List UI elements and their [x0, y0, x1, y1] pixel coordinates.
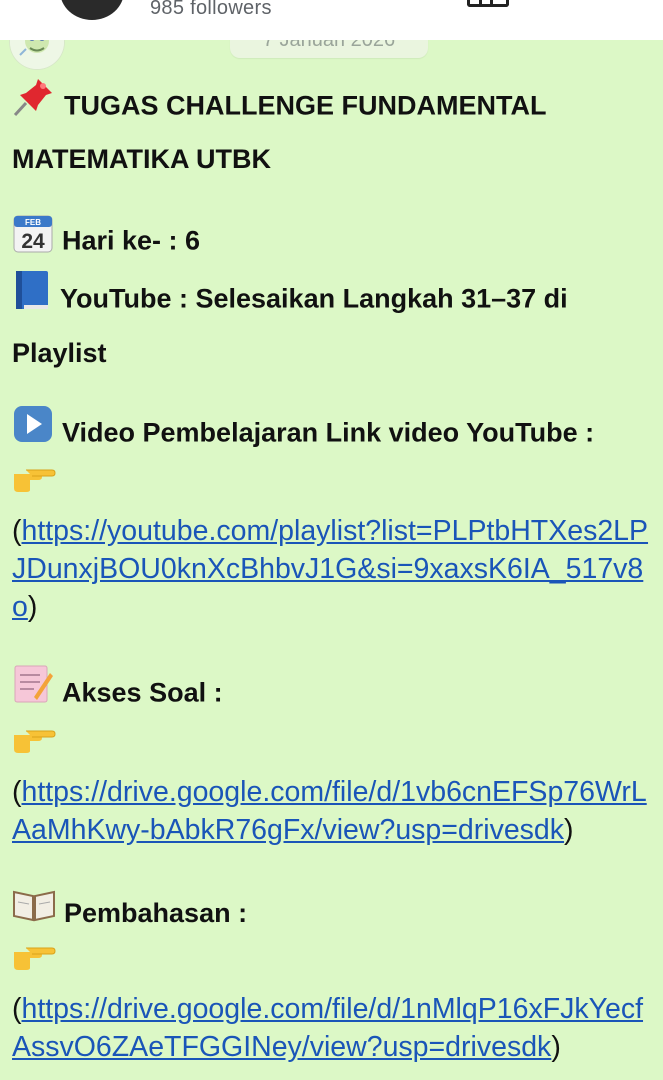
open-book-icon [12, 886, 56, 937]
chat-area: 7 Januari 2026 TUGAS CHALLENGE FUNDAMENT… [0, 15, 663, 1080]
calendar-icon: FEB 24 [12, 210, 54, 269]
youtube-line-1: YouTube : Selesaikan Langkah 31–37 di [12, 269, 652, 329]
pointing-line-3 [12, 940, 652, 990]
soal-link-block: (https://drive.google.com/file/d/1vb6cnE… [12, 775, 647, 846]
play-button-icon [12, 404, 54, 459]
pembahasan-line: Pembahasan : [12, 889, 652, 940]
pointing-line-1 [12, 462, 652, 512]
svg-text:24: 24 [21, 230, 45, 253]
title-line-1: TUGAS CHALLENGE FUNDAMENTAL [12, 77, 652, 135]
blue-book-icon [12, 269, 52, 326]
followers-count: 985 followers [150, 0, 272, 19]
pointing-hand-icon [12, 722, 56, 770]
youtube-text: YouTube : Selesaikan Langkah 31–37 di [60, 283, 568, 314]
pointing-hand-icon [12, 461, 56, 509]
memo-icon [12, 663, 54, 720]
channel-avatar[interactable] [60, 0, 124, 20]
pushpin-icon [12, 77, 56, 132]
menu-icon[interactable] [467, 0, 509, 7]
soal-label: Akses Soal : [62, 677, 223, 708]
pointing-hand-icon [12, 939, 56, 987]
svg-text:FEB: FEB [25, 218, 41, 227]
video-link-block: (https://youtube.com/playlist?list=PLPtb… [12, 514, 649, 623]
pembahasan-label: Pembahasan : [64, 897, 248, 928]
youtube-playlist-link[interactable]: https://youtube.com/playlist?list=PLPtbH… [12, 515, 648, 623]
pointing-line-2 [12, 723, 652, 773]
pembahasan-link-block: (https://drive.google.com/file/d/1nMlqP1… [12, 993, 644, 1063]
day-line: FEB 24 Hari ke- : 6 [12, 213, 652, 272]
video-label: Video Pembelajaran Link video YouTube : [62, 417, 595, 448]
channel-header: 985 followers [0, 0, 663, 40]
youtube-line-2: Playlist [12, 338, 107, 368]
pembahasan-drive-link[interactable]: https://drive.google.com/file/d/1nMlqP16… [12, 993, 643, 1063]
video-line: Video Pembelajaran Link video YouTube : [12, 404, 652, 462]
title-text: TUGAS CHALLENGE FUNDAMENTAL [64, 90, 547, 121]
title-line-2: MATEMATIKA UTBK [12, 144, 271, 174]
soal-line: Akses Soal : [12, 663, 652, 723]
day-text: Hari ke- : 6 [62, 225, 201, 256]
message-bubble: TUGAS CHALLENGE FUNDAMENTAL MATEMATIKA U… [12, 77, 652, 1066]
soal-drive-link[interactable]: https://drive.google.com/file/d/1vb6cnEF… [12, 776, 647, 846]
